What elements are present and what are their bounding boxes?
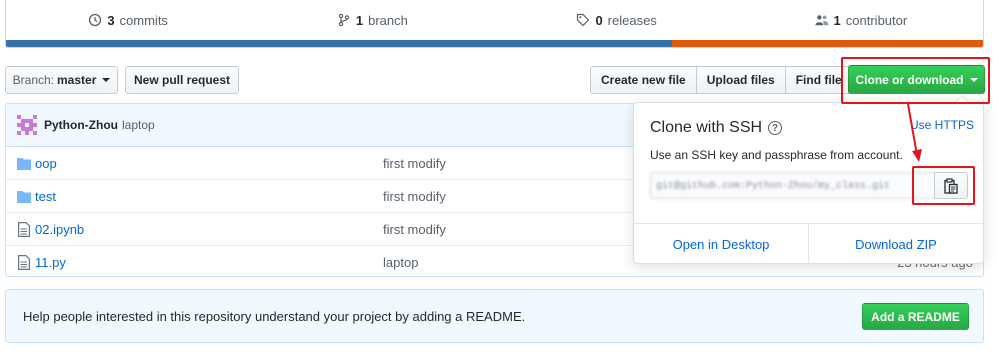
- clone-with-ssh-heading: Clone with SSH: [650, 119, 763, 136]
- clone-description: Use an SSH key and passphrase from accou…: [650, 148, 903, 162]
- branch-value: master: [57, 73, 97, 87]
- new-pull-request-button[interactable]: New pull request: [125, 66, 239, 94]
- folder-icon: [17, 191, 31, 203]
- avatar[interactable]: [17, 115, 37, 135]
- file-actions-group: Create new file Upload files Find file: [590, 66, 853, 94]
- folder-icon: [17, 158, 31, 170]
- use-https-link[interactable]: Use HTTPS: [910, 118, 974, 132]
- file-commit-message[interactable]: first modify: [383, 189, 446, 204]
- add-readme-button[interactable]: Add a README: [862, 303, 969, 330]
- branch-select-button[interactable]: Branch: master: [5, 66, 118, 94]
- upload-files-button[interactable]: Upload files: [695, 66, 786, 94]
- file-commit-message[interactable]: laptop: [383, 255, 418, 270]
- contributors-label: contributor: [845, 12, 908, 28]
- git-branch-icon: [338, 13, 350, 27]
- branch-prefix: Branch:: [12, 73, 54, 87]
- releases-count: 0: [595, 12, 603, 28]
- branches-count: 1: [355, 12, 364, 28]
- annotation-highlight-copy: [912, 166, 975, 205]
- file-commit-message[interactable]: first modify: [383, 156, 446, 171]
- contributors-count: 1: [833, 12, 841, 28]
- branches-label: branch: [368, 12, 408, 28]
- clone-dropdown-title: Clone with SSH ?: [650, 119, 783, 137]
- commits-count: 3: [107, 12, 115, 28]
- contributors-link[interactable]: 1 contributor: [739, 13, 983, 28]
- clone-dropdown-footer: Open in Desktop Download ZIP: [634, 223, 983, 264]
- branches-link[interactable]: 1 branch: [250, 13, 494, 28]
- annotation-highlight-clone: [841, 57, 990, 104]
- releases-link[interactable]: 0 releases: [495, 13, 739, 28]
- caret-down-icon: [102, 78, 111, 82]
- file-commit-message[interactable]: first modify: [383, 222, 446, 237]
- ssh-url-input[interactable]: git@github.com:Python-Zhou/my_class.git: [650, 172, 934, 199]
- file-icon: [18, 255, 30, 270]
- language-bar-jupyter: [672, 40, 983, 47]
- question-icon[interactable]: ?: [768, 121, 783, 135]
- file-name-link[interactable]: test: [35, 189, 56, 204]
- open-in-desktop-button[interactable]: Open in Desktop: [634, 224, 809, 264]
- language-bar-python: [6, 40, 673, 47]
- commit-author-link[interactable]: Python-Zhou: [44, 118, 118, 132]
- file-name-link[interactable]: 02.ipynb: [35, 222, 84, 237]
- tag-icon: [577, 13, 590, 27]
- commits-label: commits: [119, 12, 168, 28]
- readme-banner-text: Help people interested in this repositor…: [23, 308, 526, 324]
- file-name-link[interactable]: oop: [35, 156, 57, 171]
- commit-message-link[interactable]: laptop: [122, 118, 155, 132]
- releases-label: releases: [607, 12, 657, 28]
- readme-banner: Help people interested in this repositor…: [5, 289, 984, 343]
- download-zip-button[interactable]: Download ZIP: [809, 224, 983, 264]
- file-icon: [18, 222, 30, 237]
- history-icon: [89, 13, 102, 27]
- repo-summary: 3 commits 1 branch 0 releases 1 contribu…: [5, 0, 984, 48]
- create-new-file-button[interactable]: Create new file: [590, 66, 697, 94]
- file-name-link[interactable]: 11.py: [35, 255, 66, 270]
- language-bar[interactable]: [6, 40, 983, 47]
- commits-link[interactable]: 3 commits: [6, 13, 250, 28]
- people-icon: [814, 15, 829, 26]
